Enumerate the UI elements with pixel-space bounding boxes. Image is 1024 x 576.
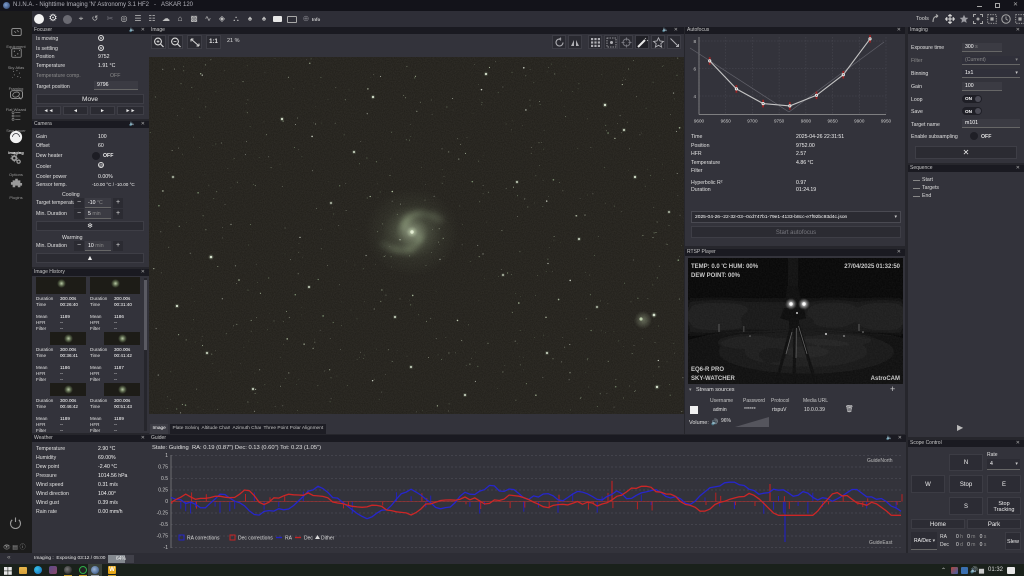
svg-text:AstroCAM: AstroCAM — [870, 376, 899, 382]
svg-text:9900: 9900 — [854, 119, 865, 124]
svg-text:27/04/2025 01:32:50: 27/04/2025 01:32:50 — [844, 264, 900, 270]
svg-text:DEW POINT: 00%: DEW POINT: 00% — [691, 273, 741, 279]
svg-text:9750: 9750 — [774, 119, 785, 124]
svg-text:4: 4 — [693, 94, 696, 99]
svg-text:1: 1 — [165, 453, 168, 459]
svg-text:SKY-WATCHER: SKY-WATCHER — [691, 376, 736, 382]
svg-text:0.75: 0.75 — [158, 465, 168, 471]
svg-text:9600: 9600 — [694, 119, 705, 124]
svg-text:6: 6 — [693, 66, 696, 71]
svg-text:8: 8 — [693, 39, 696, 44]
svg-text:RA: RA — [285, 536, 293, 542]
svg-text:-0.75: -0.75 — [157, 534, 169, 540]
svg-text:0: 0 — [165, 499, 168, 505]
svg-text:0.5: 0.5 — [161, 476, 168, 482]
svg-text:GuideEast: GuideEast — [869, 540, 893, 546]
svg-text:Dec corrections: Dec corrections — [238, 536, 273, 542]
svg-text:-0.25: -0.25 — [157, 511, 169, 517]
svg-text:9850: 9850 — [827, 119, 838, 124]
svg-text:9950: 9950 — [881, 119, 892, 124]
svg-text:9700: 9700 — [747, 119, 758, 124]
svg-text:9800: 9800 — [801, 119, 812, 124]
svg-text:GuideNorth: GuideNorth — [867, 458, 893, 464]
svg-text:EQ6-R PRO: EQ6-R PRO — [691, 367, 724, 373]
svg-text:-0.5: -0.5 — [159, 522, 168, 528]
svg-text:RA corrections: RA corrections — [187, 536, 220, 542]
svg-text:TEMP: 0.0 'C HUM: 00%: TEMP: 0.0 'C HUM: 00% — [691, 264, 759, 270]
svg-text:Dither: Dither — [321, 536, 335, 542]
svg-text:-1: -1 — [164, 545, 169, 551]
svg-text:9650: 9650 — [721, 119, 732, 124]
svg-text:0.25: 0.25 — [158, 488, 168, 494]
svg-text:Dec: Dec — [304, 536, 313, 542]
